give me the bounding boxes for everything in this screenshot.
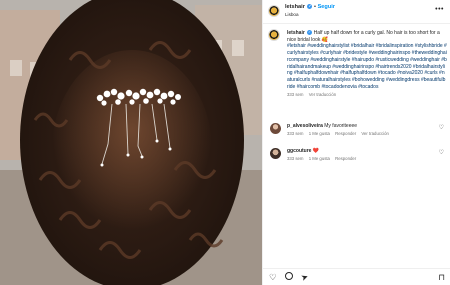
comment-username[interactable]: ggcouture	[287, 148, 311, 154]
caption-username[interactable]: letshair	[287, 30, 305, 36]
follow-button[interactable]: Seguir	[318, 4, 335, 10]
share-paper-plane-icon[interactable]: ➤	[300, 271, 310, 283]
separator-dot: •	[314, 4, 316, 10]
post-header: letshair ✓ • Seguir Lisboa •••	[263, 0, 450, 24]
post-photo[interactable]	[0, 0, 262, 285]
avatar[interactable]	[268, 29, 280, 41]
reply-button[interactable]: Responder	[335, 156, 356, 161]
comment-username[interactable]: p_alvesoliveira	[287, 123, 323, 129]
like-comment-heart-icon[interactable]: ♡	[439, 124, 444, 131]
caption-meta: 333 sem Ver traducción	[287, 92, 447, 99]
like-comment-heart-icon[interactable]: ♡	[439, 149, 444, 156]
comment-likes[interactable]: 1 Me gusta	[309, 156, 330, 161]
comment-meta: 333 sem 1 Me gusta Responder	[287, 156, 360, 161]
verified-badge-icon: ✓	[307, 30, 313, 36]
more-options-icon[interactable]: •••	[435, 6, 444, 13]
like-heart-icon[interactable]: ♡	[269, 272, 277, 282]
avatar[interactable]	[270, 148, 281, 159]
caption-hashtags[interactable]: #letshair #weddinghairstylist #bridalhai…	[287, 43, 447, 90]
comment-text: ❤️	[312, 148, 320, 154]
see-translation-link[interactable]: Ver traducción	[361, 131, 388, 136]
comment-time: 333 sem	[287, 131, 304, 136]
avatar[interactable]	[268, 5, 280, 17]
caption-time: 333 sem	[287, 92, 304, 98]
author-username[interactable]: letshair	[285, 4, 305, 10]
see-translation-link[interactable]: Ver traducción	[309, 92, 336, 97]
comment-likes[interactable]: 1 Me gusta	[309, 131, 330, 136]
photo-image	[0, 0, 262, 285]
comment-text: My favoriteeee	[324, 123, 358, 129]
save-bookmark-icon[interactable]: ⊓	[438, 272, 445, 282]
comment-meta: 333 sem 1 Me gusta Responder Ver traducc…	[287, 131, 393, 136]
post-action-bar: ♡ ➤ ⊓	[263, 268, 450, 285]
post-author: letshair ✓ • Seguir	[285, 4, 335, 10]
reply-button[interactable]: Responder	[335, 131, 356, 136]
verified-badge-icon: ✓	[307, 4, 313, 10]
post-sidebar: letshair ✓ • Seguir Lisboa ••• letshair …	[262, 0, 450, 285]
comment-bubble-icon[interactable]	[285, 272, 293, 282]
comment-time: 333 sem	[287, 156, 304, 161]
avatar[interactable]	[270, 123, 281, 134]
post-location[interactable]: Lisboa	[285, 12, 299, 17]
